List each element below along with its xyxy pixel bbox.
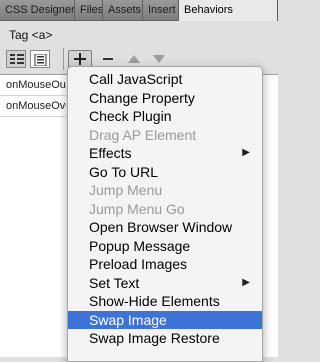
menu-item-label: Set Text: [89, 274, 140, 291]
menu-item-drag-ap-element: Drag AP Element: [89, 126, 197, 143]
tag-label: Tag <a>: [9, 28, 53, 42]
menu-item-check-plugin[interactable]: Check Plugin: [68, 107, 262, 126]
menu-item-change-property[interactable]: Change Property: [68, 89, 262, 108]
menu-item-jump-menu-go: Jump Menu Go: [89, 200, 185, 217]
show-all-events-button[interactable]: [30, 50, 50, 68]
menu-item-swap-image[interactable]: Swap Image: [68, 310, 262, 329]
tab-assets[interactable]: Assets: [103, 0, 143, 20]
menu-item-effects[interactable]: Effects ▶: [68, 144, 262, 163]
menu-item-go-to-url[interactable]: Go To URL: [68, 163, 262, 182]
tab-files[interactable]: Files: [75, 0, 103, 20]
chevron-right-icon: ▶: [242, 276, 250, 288]
menu-item-show-hide-elements[interactable]: Show-Hide Elements: [68, 292, 262, 311]
menu-item-swap-image-restore[interactable]: Swap Image Restore: [68, 329, 262, 348]
menu-item-label: Effects: [89, 145, 132, 161]
menu-item-call-javascript[interactable]: Call JavaScript: [68, 70, 262, 89]
toolbar-divider: [63, 48, 64, 70]
show-set-events-button[interactable]: [6, 50, 26, 68]
panel-tab-bar: CSS Designer Files Assets Insert Behavio…: [0, 0, 278, 21]
tab-behaviors[interactable]: Behaviors: [179, 0, 278, 21]
tab-insert[interactable]: Insert: [143, 0, 179, 20]
tab-css-designer[interactable]: CSS Designer: [0, 0, 75, 20]
menu-item-preload-images[interactable]: Preload Images: [68, 255, 262, 274]
add-behavior-menu: Call JavaScript Change Property Check Pl…: [67, 66, 263, 362]
plus-icon: [74, 53, 86, 65]
menu-item-open-browser-window[interactable]: Open Browser Window: [68, 218, 262, 237]
table-row[interactable]: onMouseOut: [0, 75, 66, 96]
all-events-icon: [34, 54, 47, 66]
menu-item-popup-message[interactable]: Popup Message: [68, 237, 262, 256]
down-arrow-icon: [153, 55, 165, 63]
table-row[interactable]: onMouseOver: [0, 96, 66, 117]
list-view-icon: [10, 54, 24, 64]
chevron-right-icon: ▶: [242, 147, 250, 158]
menu-item-jump-menu: Jump Menu: [89, 182, 163, 198]
minus-icon: [103, 58, 113, 60]
menu-item-set-text[interactable]: Set Text ▶: [68, 274, 262, 293]
up-arrow-icon: [128, 55, 140, 63]
